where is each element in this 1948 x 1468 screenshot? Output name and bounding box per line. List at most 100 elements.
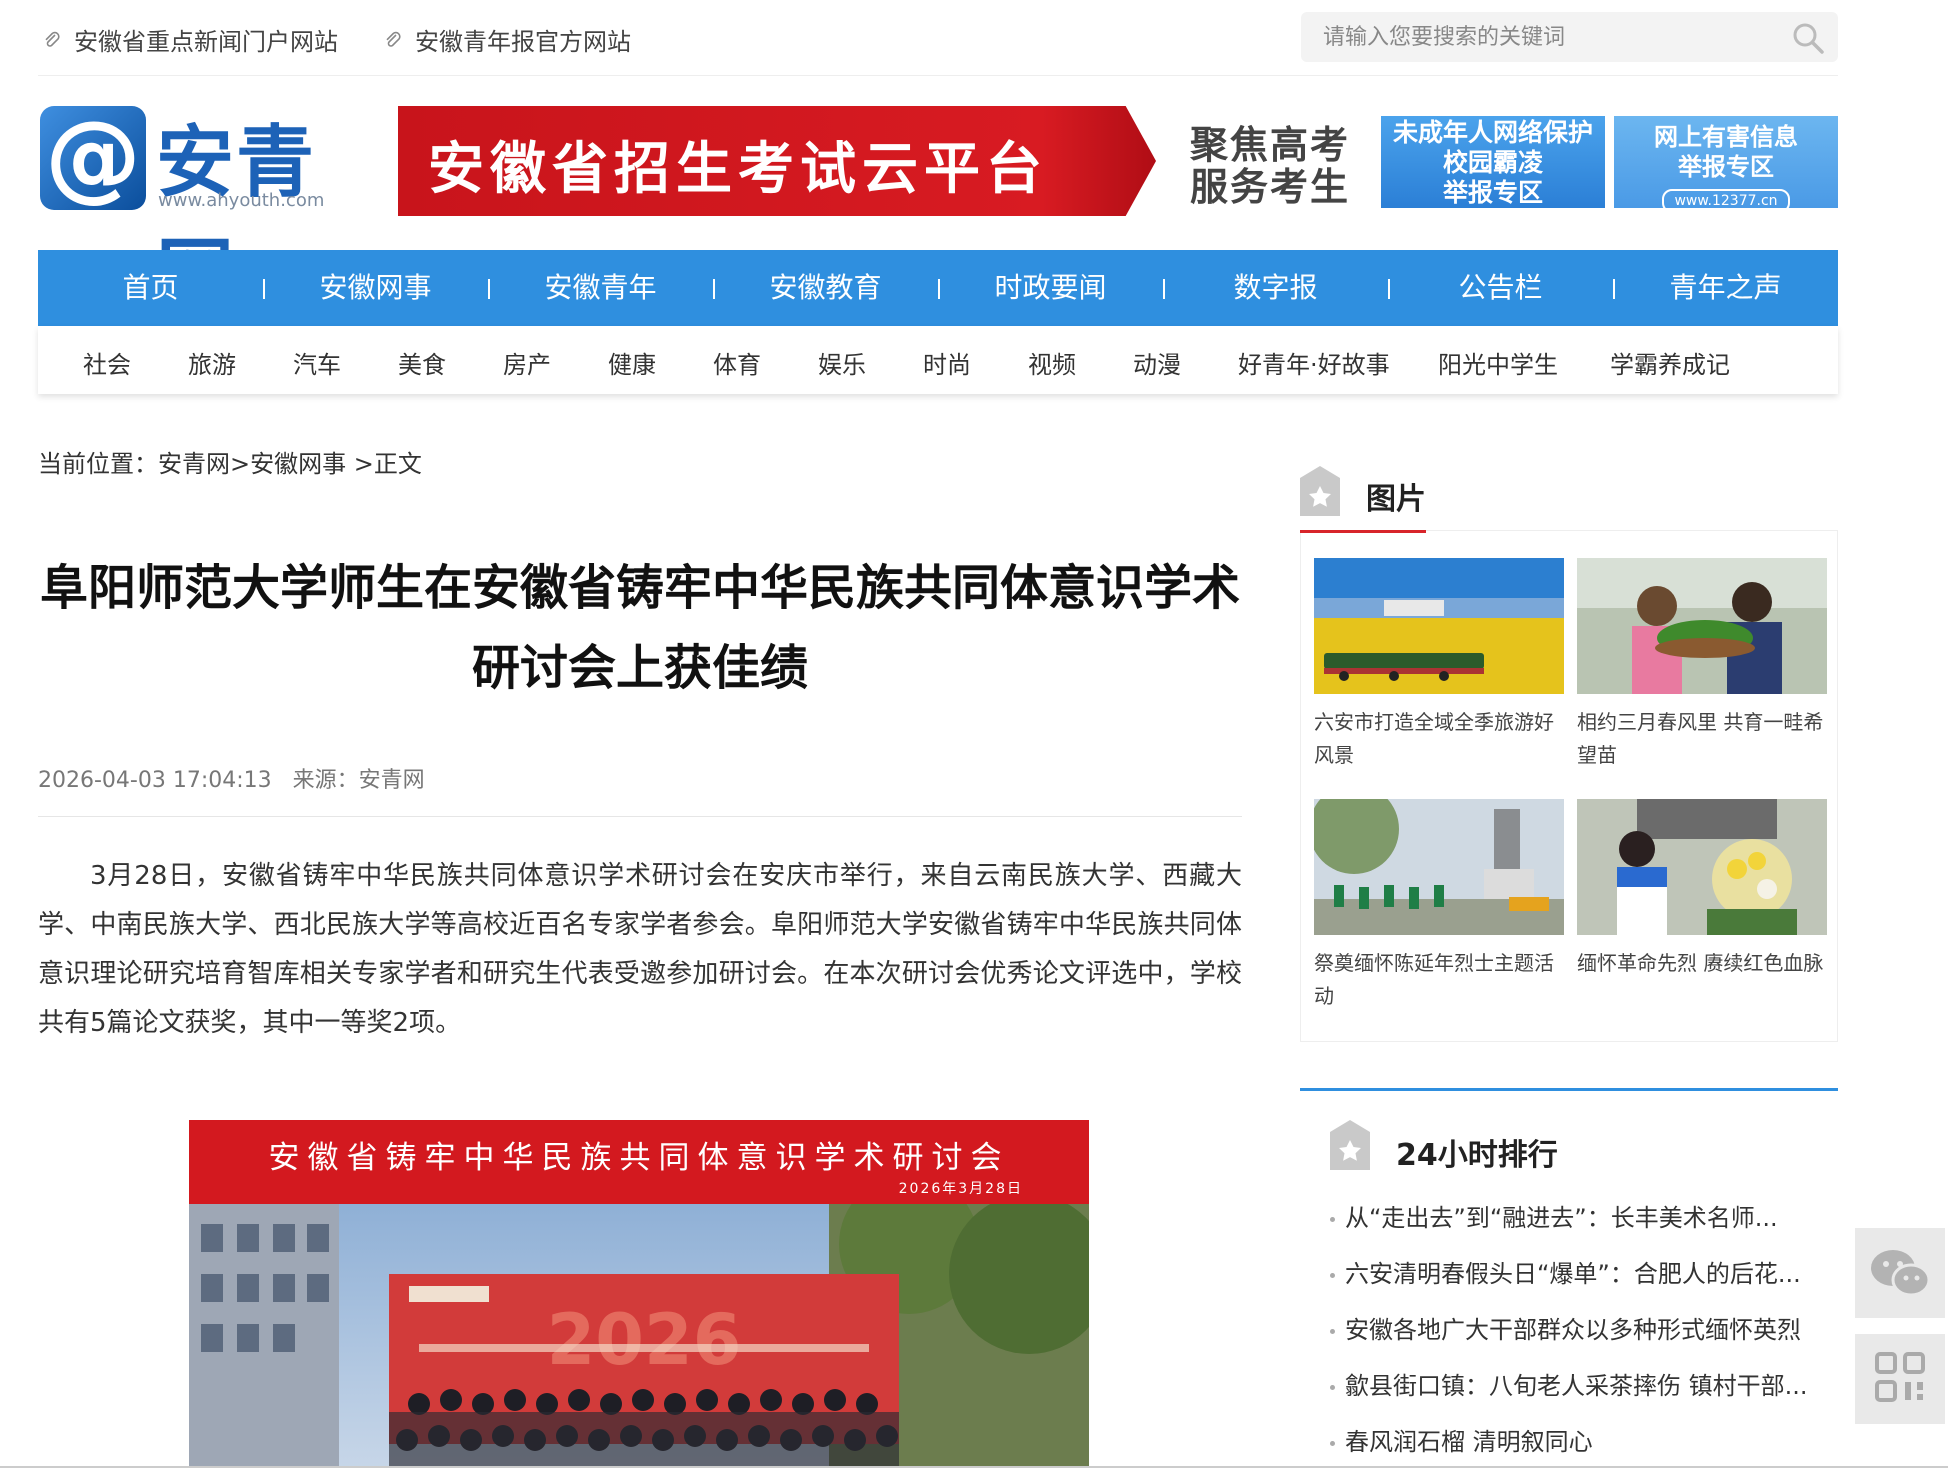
breadcrumb: 当前位置：安青网>安徽网事 >正文 [38,450,422,478]
logo-url: www.ahyouth.com [158,190,325,211]
qrcode-float-button[interactable] [1855,1334,1945,1424]
svg-text:2026: 2026 [547,1299,742,1381]
subnav-item[interactable]: 好青年·好故事 [1238,345,1390,380]
badge-url: www.12377.cn [1662,189,1790,213]
badge-line: 未成年人网络保护 [1392,118,1593,147]
subnav-item[interactable]: 汽车 [293,345,341,380]
picture-thumbnail [1577,558,1827,694]
picture-caption: 祭奠缅怀陈延年烈士主题活动 [1314,951,1554,1008]
subnav-item[interactable]: 视频 [1028,345,1076,380]
article-datetime: 2026-04-03 17:04:13 [38,768,272,793]
ranking-item-label: 从“走出去”到“融进去”：长丰美术名师... [1345,1204,1778,1232]
star-badge-icon [1300,466,1340,516]
subnav-item[interactable]: 时尚 [923,345,971,380]
nav-item-politics[interactable]: 时政要闻 [938,250,1163,326]
picture-thumbnail [1314,558,1564,694]
picture-caption: 缅怀革命先烈 赓续红色血脉 [1577,951,1824,975]
search-box [1301,12,1838,62]
ranking-item[interactable]: 春风润石榴 清明叙同心 [1330,1422,1830,1457]
ranking-item[interactable]: 安徽各地广大干部群众以多种形式缅怀英烈 [1330,1310,1830,1345]
subnav-item[interactable]: 美食 [398,345,446,380]
badge-line: 校园霸凌 [1442,148,1543,177]
paperclip-icon [45,31,60,47]
ranking-item-label: 春风润石榴 清明叙同心 [1345,1428,1593,1456]
divider [38,816,1242,817]
subnav-item[interactable]: 健康 [608,345,656,380]
harmful-info-report-badge[interactable]: 网上有害信息 举报专区 www.12377.cn [1614,116,1838,213]
photo-banner: 安徽省铸牢中华民族共同体意识学术研讨会 2026年3月28日 [189,1120,1089,1204]
photo-banner-title: 安徽省铸牢中华民族共同体意识学术研讨会 [268,1140,1010,1176]
subnav-item[interactable]: 房产 [503,345,551,380]
subnav-item[interactable]: 学霸养成记 [1610,345,1730,380]
pictures-heading: 图片 [1366,482,1426,517]
nav-item-bulletin[interactable]: 公告栏 [1388,250,1613,326]
ranking-item-label: 歙县街口镇：八旬老人采茶摔伤 镇村干部... [1345,1372,1808,1400]
subnav-item[interactable]: 旅游 [188,345,236,380]
article-meta: 2026-04-03 17:04:13 来源：安青网 [38,762,425,794]
bullet-dot [1330,1384,1335,1390]
qrcode-icon [1875,1352,1925,1402]
picture-thumbnail [1314,799,1564,935]
nav-item-digital-paper[interactable]: 数字报 [1163,250,1388,326]
subnav-item[interactable]: 社会 [83,345,131,380]
picture-card[interactable]: 六安市打造全域全季旅游好风景 [1314,558,1564,772]
wechat-float-button[interactable] [1855,1228,1945,1318]
picture-card[interactable]: 相约三月春风里 共育一畦希望苗 [1577,558,1827,772]
picture-caption: 六安市打造全域全季旅游好风景 [1314,710,1554,767]
minor-protection-report-badge[interactable]: 未成年人网络保护 校园霸凌 举报专区 [1381,116,1605,208]
ranking-item-label: 安徽各地广大干部群众以多种形式缅怀英烈 [1345,1316,1801,1344]
top-link-label: 安徽省重点新闻门户网站 [74,28,338,56]
nav-item-home[interactable]: 首页 [38,250,263,326]
nav-item-anhui-education[interactable]: 安徽教育 [713,250,938,326]
paperclip-icon [386,31,401,47]
heading-underline [1300,530,1426,533]
top-link-youth-paper[interactable]: 安徽青年报官方网站 [383,22,631,57]
top-link-news-portal[interactable]: 安徽省重点新闻门户网站 [42,22,338,57]
picture-card[interactable]: 缅怀革命先烈 赓续红色血脉 [1577,799,1827,980]
top-link-label: 安徽青年报官方网站 [415,28,631,56]
picture-thumbnail [1577,799,1827,935]
photo-banner-date: 2026年3月28日 [898,1181,1023,1197]
ranking-item-label: 六安清明春假头日“爆单”：合肥人的后花... [1345,1260,1801,1288]
nav-item-youth-voice[interactable]: 青年之声 [1613,250,1838,326]
article-title: 阜阳师范大学师生在安徽省铸牢中华民族共同体意识学术 研讨会上获佳绩 [38,548,1242,708]
bullet-dot [1330,1272,1335,1278]
subnav-item[interactable]: 动漫 [1133,345,1181,380]
article-body: 3月28日，安徽省铸牢中华民族共同体意识学术研讨会在安庆市举行，来自云南民族大学… [38,861,1242,1038]
subnav-item[interactable]: 体育 [713,345,761,380]
ranking-heading: 24小时排行 [1396,1138,1558,1173]
slogan-line: 聚焦高考 [1190,123,1351,167]
group-photo-image: 2026 [189,1204,1089,1468]
banner-slogan[interactable]: 聚焦高考 服务考生 [1190,124,1350,208]
banner-title: 安徽省招生考试云平台 [428,137,1048,202]
nav-item-anhui-affairs[interactable]: 安徽网事 [263,250,488,326]
picture-card[interactable]: 祭奠缅怀陈延年烈士主题活动 [1314,799,1564,1013]
slogan-line: 服务考生 [1190,165,1351,209]
badge-line: 网上有害信息 [1654,123,1798,151]
article-source: 来源：安青网 [292,768,425,793]
sub-nav: 社会 旅游 汽车 美食 房产 健康 体育 娱乐 时尚 视频 动漫 好青年·好故事… [38,326,1838,394]
subnav-item[interactable]: 娱乐 [818,345,866,380]
top-bar: 安徽省重点新闻门户网站 安徽青年报官方网站 [38,0,1838,76]
search-input[interactable] [1301,12,1771,62]
article-title-line: 研讨会上获佳绩 [471,640,808,696]
article-title-line: 阜阳师范大学师生在安徽省铸牢中华民族共同体意识学术 [39,560,1240,616]
badge-line: 举报专区 [1678,153,1774,181]
bullet-dot [1330,1440,1335,1446]
at-logo-icon: @ [40,106,146,210]
search-icon[interactable] [1790,20,1826,56]
ranking-item[interactable]: 歙县街口镇：八旬老人采茶摔伤 镇村干部... [1330,1366,1830,1401]
bullet-dot [1330,1216,1335,1222]
nav-item-anhui-youth[interactable]: 安徽青年 [488,250,713,326]
star-badge-icon [1330,1120,1370,1170]
article-photo: 安徽省铸牢中华民族共同体意识学术研讨会 2026年3月28日 2026 [189,1120,1089,1468]
ranking-item[interactable]: 六安清明春假头日“爆单”：合肥人的后花... [1330,1254,1830,1289]
badge-line: 举报专区 [1442,178,1543,207]
site-logo[interactable]: @ 安青网 www.ahyouth.com [40,104,352,320]
ranking-item[interactable]: 从“走出去”到“融进去”：长丰美术名师... [1330,1198,1830,1233]
subnav-item[interactable]: 阳光中学生 [1438,345,1558,380]
exam-platform-banner[interactable]: 安徽省招生考试云平台 [398,106,1156,216]
bullet-dot [1330,1328,1335,1334]
picture-caption: 相约三月春风里 共育一畦希望苗 [1577,710,1824,767]
wechat-icon [1871,1250,1931,1297]
